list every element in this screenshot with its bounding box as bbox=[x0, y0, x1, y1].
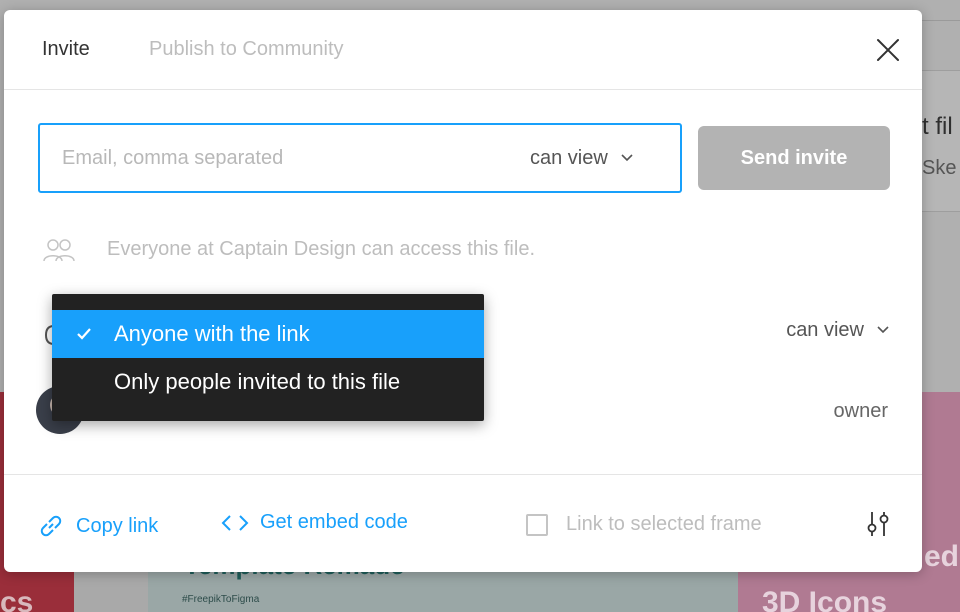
get-embed-code-button[interactable]: Get embed code bbox=[220, 511, 408, 534]
background-divider bbox=[920, 20, 960, 21]
modal-footer: Copy link Get embed code Link to selecte… bbox=[4, 474, 922, 572]
background-file-card-title: t fil bbox=[922, 113, 953, 140]
get-embed-code-label: Get embed code bbox=[260, 511, 408, 533]
settings-sliders-icon[interactable] bbox=[864, 509, 892, 539]
menu-item-anyone-with-link[interactable]: Anyone with the link bbox=[52, 310, 484, 358]
modal-tab-bar: Invite Publish to Community bbox=[4, 10, 922, 90]
link-to-selected-frame-toggle[interactable]: Link to selected frame bbox=[526, 513, 762, 536]
invite-email-field[interactable]: can view bbox=[38, 123, 682, 193]
chevron-down-icon bbox=[877, 326, 889, 334]
chevron-down-icon bbox=[621, 154, 633, 162]
link-access-menu: Anyone with the link Only people invited… bbox=[52, 294, 484, 421]
copy-link-label: Copy link bbox=[76, 514, 159, 537]
tab-publish-to-community[interactable]: Publish to Community bbox=[149, 38, 344, 61]
link-to-selected-frame-checkbox[interactable] bbox=[526, 513, 548, 536]
menu-item-label: Anyone with the link bbox=[114, 321, 310, 346]
background-thumbnail-center-tag: #FreepikToFigma bbox=[182, 594, 260, 605]
link-permission-label: can view bbox=[786, 318, 864, 341]
tab-invite[interactable]: Invite bbox=[42, 38, 90, 61]
email-input[interactable] bbox=[62, 125, 482, 191]
background-thumbnail-right-title: 3D Icons bbox=[762, 586, 888, 612]
menu-item-label: Only people invited to this file bbox=[114, 369, 401, 394]
check-icon bbox=[77, 328, 91, 340]
team-access-text: Everyone at Captain Design can access th… bbox=[107, 238, 535, 260]
background-file-card: t fil Ske bbox=[920, 70, 960, 212]
background-thumbnail-right-partial: ed bbox=[924, 540, 960, 573]
send-invite-button[interactable]: Send invite bbox=[698, 126, 890, 190]
menu-item-invited-only[interactable]: Only people invited to this file bbox=[52, 358, 484, 406]
close-icon[interactable] bbox=[874, 36, 902, 64]
background-thumbnail-left-text: cs bbox=[0, 586, 34, 612]
link-icon bbox=[40, 515, 62, 537]
team-icon bbox=[43, 239, 75, 262]
member-role: owner bbox=[833, 400, 888, 422]
invite-permission-label: can view bbox=[530, 146, 608, 169]
team-access-row bbox=[42, 234, 76, 266]
link-permission-select[interactable]: can view bbox=[786, 310, 890, 350]
link-to-selected-frame-label: Link to selected frame bbox=[566, 513, 762, 535]
share-modal: Invite Publish to Community can view Sen… bbox=[4, 10, 922, 572]
background-file-card-subtitle: Ske bbox=[922, 157, 957, 179]
code-icon bbox=[221, 514, 249, 531]
copy-link-button[interactable]: Copy link bbox=[36, 511, 158, 541]
invite-permission-select[interactable]: can view bbox=[530, 125, 634, 191]
